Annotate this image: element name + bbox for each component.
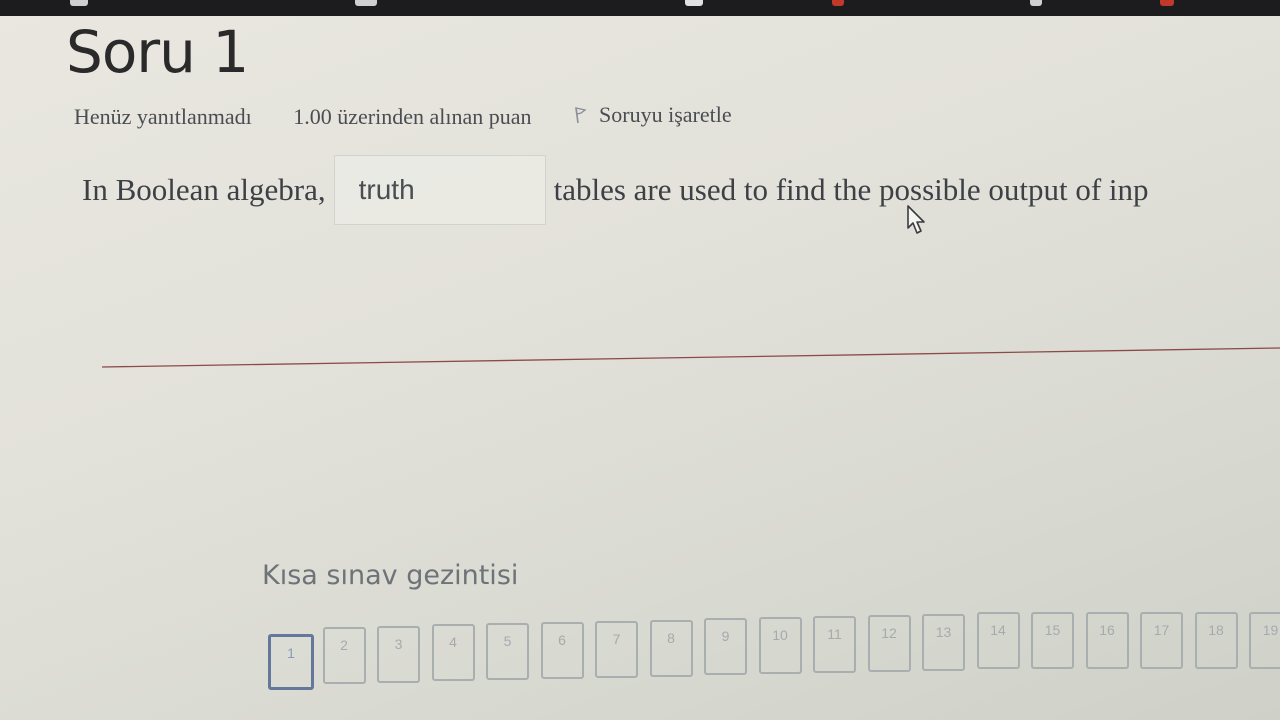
quiz-nav-button-11[interactable]: 11	[813, 616, 856, 673]
quiz-nav-button-15[interactable]: 15	[1031, 612, 1074, 669]
quiz-nav-button-8[interactable]: 8	[649, 619, 693, 677]
bookmark-indicator[interactable]	[70, 0, 88, 6]
flag-icon	[575, 107, 587, 124]
section-divider	[102, 347, 1280, 368]
bookmark-indicator[interactable]	[355, 0, 377, 6]
quiz-nav-button-17[interactable]: 17	[1140, 612, 1183, 669]
question-prefix: In Boolean algebra,	[82, 172, 326, 207]
quiz-nav-button-7[interactable]: 7	[595, 620, 638, 678]
quiz-nav-button-3[interactable]: 3	[377, 625, 420, 683]
quiz-nav-button-6[interactable]: 6	[540, 622, 584, 679]
answer-input[interactable]: truth	[333, 155, 546, 225]
quiz-nav-button-1[interactable]: 1	[268, 634, 314, 690]
answer-status: Henüz yanıtlanmadı	[74, 104, 252, 129]
quiz-nav-button-4[interactable]: 4	[431, 624, 475, 682]
bookmark-indicator[interactable]	[1030, 0, 1042, 6]
page-title: Soru 1	[66, 18, 249, 86]
question-text: In Boolean algebra, truth tables are use…	[82, 155, 1149, 225]
bookmark-indicator[interactable]	[685, 0, 703, 6]
quiz-nav-button-5[interactable]: 5	[486, 623, 529, 681]
quiz-nav-button-12[interactable]: 12	[867, 614, 911, 672]
quiz-nav-button-16[interactable]: 16	[1085, 612, 1129, 669]
bookmark-indicator[interactable]	[832, 0, 844, 6]
question-points: 1.00 üzerinden alınan puan	[293, 104, 532, 129]
flag-label: Soruyu işaretle	[599, 102, 732, 127]
quiz-nav-button-9[interactable]: 9	[704, 618, 747, 676]
quiz-nav-button-18[interactable]: 18	[1194, 612, 1238, 669]
quiz-nav-button-19[interactable]: 19	[1249, 612, 1280, 669]
quiz-nav-button-13[interactable]: 13	[922, 613, 965, 671]
quiz-nav-button-10[interactable]: 10	[758, 617, 802, 675]
quiz-nav-button-2[interactable]: 2	[322, 626, 366, 684]
question-suffix: tables are used to find the possible out…	[553, 172, 1149, 207]
flag-question-link[interactable]: Soruyu işaretle	[573, 102, 768, 128]
quiz-navigation-grid: 1 2 3 4 5 6 7 8 9 10 11 12 13 14 15 16 17 18 19	[268, 612, 1280, 712]
question-info-row: Henüz yanıtlanmadı 1.00 üzerinden alınan…	[74, 102, 804, 130]
bookmark-indicator[interactable]	[1160, 0, 1174, 6]
browser-bookmarks-bar	[0, 0, 1280, 16]
mouse-pointer-icon	[907, 205, 925, 234]
quiz-nav-button-14[interactable]: 14	[976, 612, 1020, 670]
quiz-navigation-title: Kısa sınav gezintisi	[262, 560, 519, 591]
